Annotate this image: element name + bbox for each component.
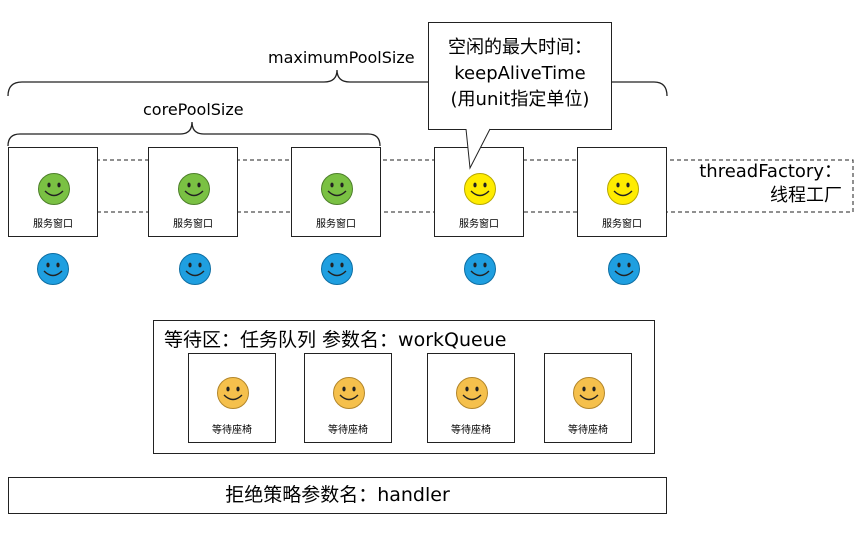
service-window: 服务窗口 — [577, 147, 667, 237]
service-window-label: 服务窗口 — [459, 219, 499, 230]
waiting-seat-label: 等待座椅 — [451, 425, 491, 436]
waiting-seat-label: 等待座椅 — [212, 425, 252, 436]
core-worker-face — [178, 173, 210, 205]
customer-face — [608, 253, 640, 285]
waiting-task-face — [456, 377, 488, 409]
rejection-handler-box: 拒绝策略参数名：handler — [8, 477, 667, 514]
core-worker-face — [38, 173, 70, 205]
extra-worker-face — [607, 173, 639, 205]
waiting-task-face — [573, 377, 605, 409]
callout-line-2: keepAliveTime — [454, 63, 586, 84]
waiting-seat: 等待座椅 — [304, 353, 392, 443]
customer-face — [321, 253, 353, 285]
service-window: 服务窗口 — [291, 147, 381, 237]
work-queue-title: 等待区：任务队列 参数名：workQueue — [164, 329, 507, 351]
customer-face — [464, 253, 496, 285]
rejection-handler-title: 拒绝策略参数名：handler — [225, 484, 450, 506]
core-worker-face — [321, 173, 353, 205]
callout-line-1: 空闲的最大时间： — [448, 37, 592, 58]
service-window-label: 服务窗口 — [33, 219, 73, 230]
callout-pointer — [465, 128, 491, 170]
thread-factory-label: threadFactory： 线程工厂 — [699, 160, 842, 208]
thread-factory-line-2: 线程工厂 — [770, 185, 842, 206]
service-window-label: 服务窗口 — [602, 219, 642, 230]
waiting-seat-label: 等待座椅 — [328, 425, 368, 436]
service-window-label: 服务窗口 — [173, 219, 213, 230]
callout-line-3: (用unit指定单位) — [450, 89, 590, 110]
maximum-pool-size-label: maximumPoolSize — [268, 48, 415, 67]
waiting-seat: 等待座椅 — [188, 353, 276, 443]
customer-face — [179, 253, 211, 285]
waiting-seat: 等待座椅 — [427, 353, 515, 443]
extra-worker-face — [464, 173, 496, 205]
thread-factory-line-1: threadFactory： — [699, 161, 842, 182]
service-window: 服务窗口 — [8, 147, 98, 237]
keep-alive-callout: 空闲的最大时间： keepAliveTime (用unit指定单位) — [428, 22, 612, 130]
service-window-label: 服务窗口 — [316, 219, 356, 230]
waiting-task-face — [333, 377, 365, 409]
service-window: 服务窗口 — [148, 147, 238, 237]
core-pool-size-label: corePoolSize — [143, 100, 244, 119]
customer-face — [37, 253, 69, 285]
waiting-task-face — [217, 377, 249, 409]
core-pool-size-bracket — [7, 121, 381, 147]
waiting-seat-label: 等待座椅 — [568, 425, 608, 436]
waiting-seat: 等待座椅 — [544, 353, 632, 443]
